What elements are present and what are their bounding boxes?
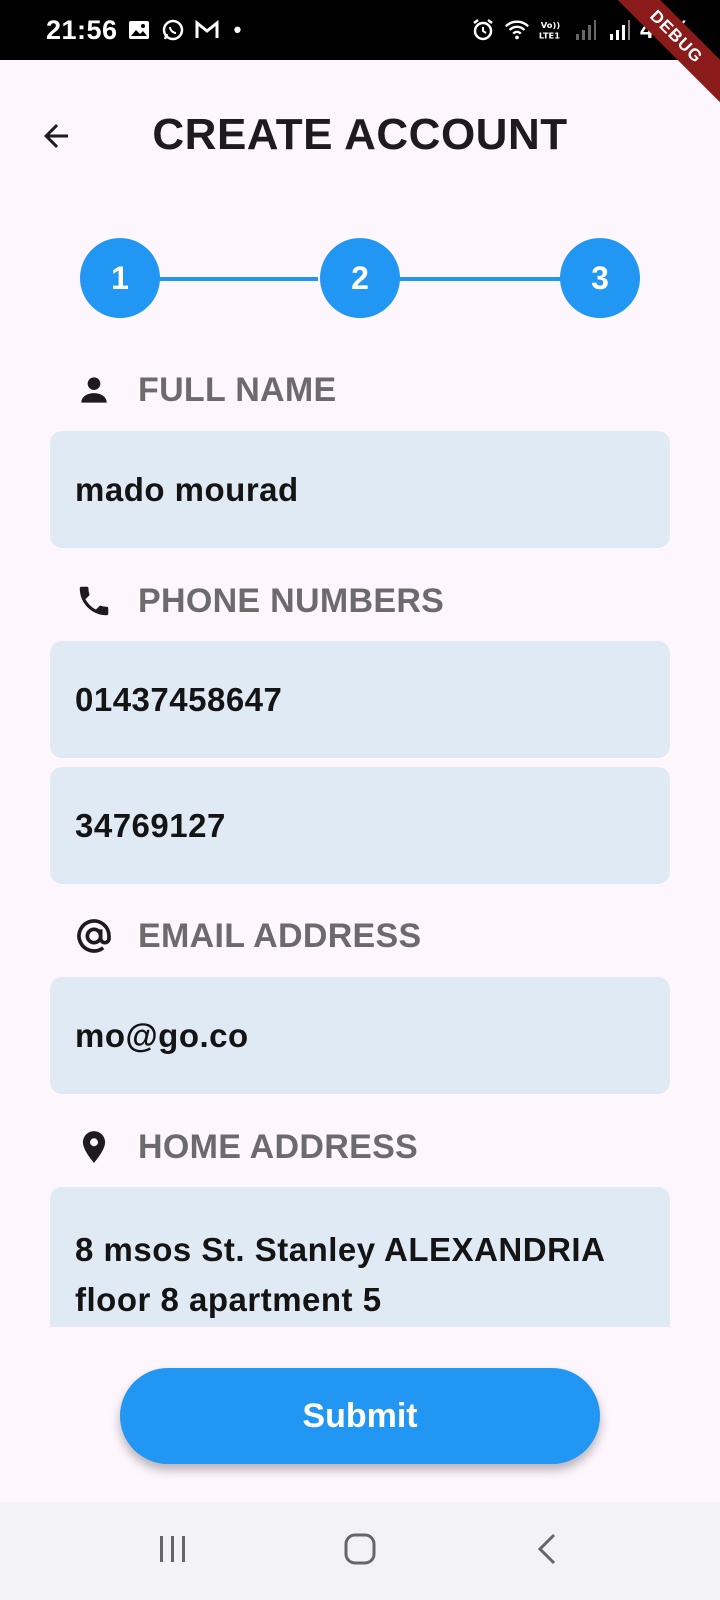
whatsapp-icon: [160, 17, 186, 43]
app-header: CREATE ACCOUNT: [0, 100, 720, 180]
volte-icon: Vo)) LTE1: [538, 17, 564, 43]
at-icon: [74, 916, 114, 956]
step-1[interactable]: 1: [80, 238, 160, 318]
back-icon: [532, 1531, 562, 1572]
gmail-icon: [194, 17, 220, 43]
email-address-label-text: EMAIL ADDRESS: [138, 916, 422, 955]
signal-icon: [572, 17, 598, 43]
wifi-icon: [504, 17, 530, 43]
home-address-field[interactable]: 8 msos St. Stanley ALEXANDRIA floor 8 ap…: [50, 1187, 670, 1327]
step-connector: [396, 277, 562, 281]
person-icon: [74, 370, 114, 410]
system-nav-bar: [0, 1502, 720, 1600]
step-3[interactable]: 3: [560, 238, 640, 318]
page-title: CREATE ACCOUNT: [152, 110, 568, 159]
notification-dot: •: [233, 17, 242, 42]
phone-numbers-label-text: PHONE NUMBERS: [138, 581, 445, 620]
phone-numbers-label: PHONE NUMBERS: [74, 581, 444, 621]
svg-text:Vo)): Vo)): [541, 20, 561, 30]
step-connector: [156, 277, 318, 281]
recent-apps-icon: [156, 1532, 190, 1571]
home-icon: [342, 1531, 378, 1572]
recent-apps-button[interactable]: [133, 1521, 213, 1581]
phone-number-field-2[interactable]: 34769127: [50, 767, 670, 884]
signal-icon-2: [606, 17, 632, 43]
alarm-icon: [470, 17, 496, 43]
home-address-label: HOME ADDRESS: [74, 1127, 418, 1167]
location-pin-icon: [74, 1127, 114, 1167]
full-name-field[interactable]: mado mourad: [50, 431, 670, 548]
progress-stepper: 1 2 3: [80, 238, 640, 320]
phone-number-field-1[interactable]: 01437458647: [50, 641, 670, 758]
full-name-label-text: FULL NAME: [138, 370, 337, 409]
svg-text:LTE1: LTE1: [539, 30, 560, 40]
gallery-icon: [126, 17, 152, 43]
home-address-label-text: HOME ADDRESS: [138, 1127, 419, 1166]
home-button[interactable]: [320, 1521, 400, 1581]
status-bar: 21:56 • Vo))LTE1 47%: [0, 0, 720, 60]
status-left: 21:56 •: [46, 15, 241, 46]
email-address-label: EMAIL ADDRESS: [74, 916, 422, 956]
submit-button[interactable]: Submit: [120, 1368, 600, 1464]
full-name-label: FULL NAME: [74, 370, 337, 410]
email-field[interactable]: mo@go.co: [50, 977, 670, 1094]
system-back-button[interactable]: [507, 1521, 587, 1581]
step-2[interactable]: 2: [320, 238, 400, 318]
phone-icon: [74, 581, 114, 621]
status-time: 21:56: [46, 14, 118, 45]
